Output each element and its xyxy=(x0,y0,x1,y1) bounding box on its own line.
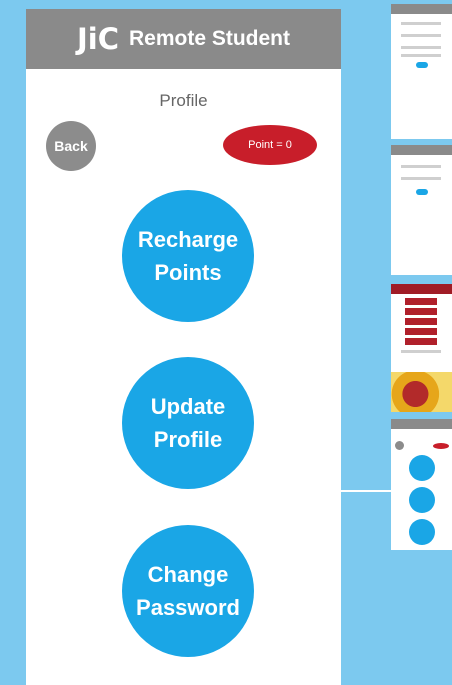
thumbnail-line xyxy=(401,46,441,49)
thumbnail-line xyxy=(401,165,441,168)
points-badge: Point = 0 xyxy=(223,125,317,165)
change-password-line2: Password xyxy=(136,595,240,620)
thumbnail-menu-item xyxy=(405,308,437,315)
thumbnail-line xyxy=(401,54,441,57)
update-profile-line2: Profile xyxy=(153,427,223,452)
back-button[interactable]: Back xyxy=(46,121,96,171)
thumbnail-menu-item xyxy=(405,338,437,345)
app-logo: JiC xyxy=(76,22,119,56)
update-profile-line1: Update xyxy=(150,394,226,419)
recharge-points-line1: Recharge xyxy=(137,227,239,252)
thumbnail-password-screen xyxy=(391,145,452,275)
thumbnail-menu-screen xyxy=(391,284,452,412)
thumbnail-appbar xyxy=(391,419,452,429)
recharge-points-button[interactable]: Recharge Points xyxy=(122,190,254,322)
thumbnail-profile-screen xyxy=(391,419,452,550)
thumbnail-button xyxy=(416,189,428,195)
thumbnail-circle-button xyxy=(409,487,435,513)
page-title: Profile xyxy=(159,91,208,110)
thumbnail-points-badge xyxy=(433,443,449,449)
connector-line xyxy=(341,490,391,492)
phone-screen: JiC Remote Student Profile Back Point = … xyxy=(26,9,341,685)
change-password-button[interactable]: Change Password xyxy=(122,525,254,657)
thumbnail-menu-item xyxy=(405,298,437,305)
app-title: Remote Student xyxy=(129,27,291,50)
thumbnail-appbar xyxy=(391,284,452,294)
thumbnail-circle-button xyxy=(409,519,435,545)
thumbnail-menu-item xyxy=(405,328,437,335)
thumbnail-line xyxy=(401,34,441,37)
thumbnail-circle-button xyxy=(409,455,435,481)
thumbnail-appbar xyxy=(391,145,452,155)
thumbnail-back-button xyxy=(395,441,404,450)
update-profile-button[interactable]: Update Profile xyxy=(122,357,254,489)
thumbnail-login-screen xyxy=(391,4,452,139)
change-password-line1: Change xyxy=(147,562,229,587)
thumbnail-line xyxy=(401,22,441,25)
thumbnail-button xyxy=(416,62,428,68)
thumbnail-line xyxy=(401,350,441,353)
thumbnail-illustration xyxy=(391,372,452,412)
thumbnail-appbar xyxy=(391,4,452,14)
recharge-points-line2: Points xyxy=(154,260,222,285)
thumbnail-line xyxy=(401,177,441,180)
thumbnail-menu-item xyxy=(405,318,437,325)
app-bar: JiC Remote Student xyxy=(26,9,341,69)
